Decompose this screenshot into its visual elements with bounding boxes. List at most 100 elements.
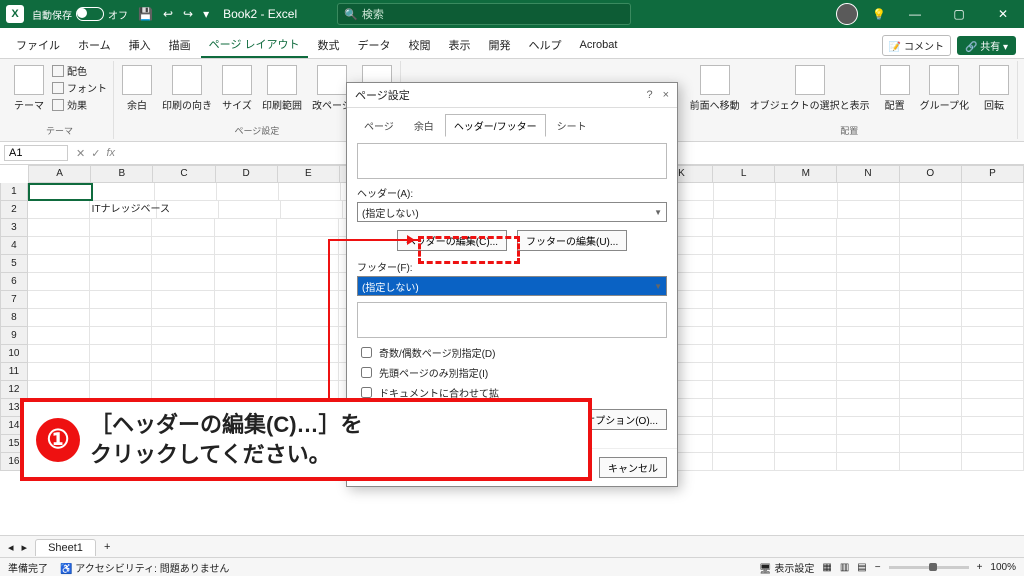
cell[interactable] bbox=[962, 345, 1024, 363]
user-avatar[interactable] bbox=[836, 3, 858, 25]
tab-file[interactable]: ファイル bbox=[8, 33, 68, 57]
cell[interactable] bbox=[215, 363, 277, 381]
cell[interactable] bbox=[90, 255, 152, 273]
cell[interactable] bbox=[837, 255, 899, 273]
cell[interactable] bbox=[900, 201, 962, 219]
cell[interactable] bbox=[776, 183, 838, 201]
cell[interactable] bbox=[28, 327, 90, 345]
cell[interactable] bbox=[837, 381, 899, 399]
cell[interactable] bbox=[837, 363, 899, 381]
cell[interactable] bbox=[277, 381, 339, 399]
cell[interactable] bbox=[713, 255, 775, 273]
enter-formula-icon[interactable]: ✓ bbox=[91, 147, 100, 160]
cell[interactable] bbox=[962, 309, 1024, 327]
orientation-button[interactable]: 印刷の向き bbox=[160, 63, 214, 114]
col-header[interactable]: M bbox=[775, 165, 837, 183]
cell[interactable] bbox=[962, 237, 1024, 255]
tab-formulas[interactable]: 数式 bbox=[310, 33, 348, 57]
qat-dropdown-icon[interactable]: ▾ bbox=[203, 7, 209, 21]
cell[interactable] bbox=[152, 309, 214, 327]
cell[interactable] bbox=[90, 345, 152, 363]
cell[interactable] bbox=[900, 291, 962, 309]
dialog-tab-sheet[interactable]: シート bbox=[548, 114, 596, 137]
cell[interactable] bbox=[90, 237, 152, 255]
cell[interactable] bbox=[962, 417, 1024, 435]
search-input[interactable]: 🔍 検索 bbox=[337, 3, 631, 25]
cell[interactable] bbox=[713, 453, 775, 471]
row-header[interactable]: 5 bbox=[0, 255, 28, 273]
cell[interactable] bbox=[152, 363, 214, 381]
cell[interactable] bbox=[28, 309, 90, 327]
tab-insert[interactable]: 挿入 bbox=[121, 33, 159, 57]
cell[interactable] bbox=[157, 201, 219, 219]
cell[interactable] bbox=[152, 255, 214, 273]
cell[interactable] bbox=[152, 345, 214, 363]
row-header[interactable]: 6 bbox=[0, 273, 28, 291]
row-header[interactable]: 4 bbox=[0, 237, 28, 255]
undo-icon[interactable]: ↩ bbox=[163, 7, 173, 21]
cell[interactable] bbox=[714, 201, 776, 219]
coming-soon-icon[interactable]: 💡 bbox=[872, 8, 886, 21]
cell[interactable] bbox=[838, 201, 900, 219]
cell[interactable] bbox=[279, 183, 341, 201]
cell[interactable] bbox=[152, 327, 214, 345]
cell[interactable] bbox=[962, 453, 1024, 471]
col-header[interactable]: D bbox=[216, 165, 278, 183]
dialog-close-icon[interactable]: × bbox=[663, 89, 669, 101]
cell[interactable] bbox=[713, 417, 775, 435]
cell[interactable] bbox=[277, 273, 339, 291]
colors-button[interactable]: 配色 bbox=[52, 63, 107, 78]
cell[interactable] bbox=[775, 273, 837, 291]
cell[interactable] bbox=[837, 417, 899, 435]
cell[interactable] bbox=[775, 237, 837, 255]
cell[interactable] bbox=[277, 309, 339, 327]
cell[interactable] bbox=[215, 327, 277, 345]
share-button[interactable]: 🔗 共有 ▾ bbox=[957, 36, 1016, 55]
cell[interactable] bbox=[277, 345, 339, 363]
cell[interactable] bbox=[775, 363, 837, 381]
cell[interactable] bbox=[215, 255, 277, 273]
cell[interactable] bbox=[28, 237, 90, 255]
cell[interactable] bbox=[962, 381, 1024, 399]
cell[interactable] bbox=[28, 201, 90, 219]
sheet-next-icon[interactable]: ▸ bbox=[22, 541, 28, 554]
row-header[interactable]: 11 bbox=[0, 363, 28, 381]
cell[interactable] bbox=[837, 435, 899, 453]
row-header[interactable]: 2 bbox=[0, 201, 28, 219]
add-sheet-button[interactable]: + bbox=[104, 541, 110, 553]
cell[interactable] bbox=[713, 399, 775, 417]
zoom-in-icon[interactable]: + bbox=[977, 562, 983, 573]
cell[interactable]: ITナレッジベース bbox=[90, 201, 157, 219]
cell[interactable] bbox=[713, 237, 775, 255]
col-header[interactable]: L bbox=[713, 165, 775, 183]
sheet-prev-icon[interactable]: ◂ bbox=[8, 541, 14, 554]
cell[interactable] bbox=[900, 309, 962, 327]
dialog-tab-header-footer[interactable]: ヘッダー/フッター bbox=[445, 114, 546, 137]
row-header[interactable]: 7 bbox=[0, 291, 28, 309]
cell[interactable] bbox=[28, 363, 90, 381]
cell[interactable] bbox=[962, 363, 1024, 381]
cell[interactable] bbox=[215, 273, 277, 291]
cell[interactable] bbox=[152, 381, 214, 399]
cell[interactable] bbox=[900, 381, 962, 399]
row-header[interactable]: 3 bbox=[0, 219, 28, 237]
cell[interactable] bbox=[775, 327, 837, 345]
cell[interactable] bbox=[900, 399, 962, 417]
dialog-tab-page[interactable]: ページ bbox=[355, 114, 403, 137]
col-header[interactable]: P bbox=[962, 165, 1024, 183]
tab-page-layout[interactable]: ページ レイアウト bbox=[201, 32, 308, 58]
cell[interactable] bbox=[900, 237, 962, 255]
cell[interactable] bbox=[277, 237, 339, 255]
cell[interactable] bbox=[775, 345, 837, 363]
cell[interactable] bbox=[215, 309, 277, 327]
minimize-button[interactable]: — bbox=[900, 7, 930, 21]
cell[interactable] bbox=[837, 327, 899, 345]
cell[interactable] bbox=[90, 327, 152, 345]
tab-draw[interactable]: 描画 bbox=[161, 33, 199, 57]
cell[interactable] bbox=[713, 327, 775, 345]
cancel-formula-icon[interactable]: ✕ bbox=[76, 147, 85, 160]
cell[interactable] bbox=[775, 417, 837, 435]
cell[interactable] bbox=[152, 291, 214, 309]
close-button[interactable]: ✕ bbox=[988, 7, 1018, 21]
tab-developer[interactable]: 開発 bbox=[481, 33, 519, 57]
